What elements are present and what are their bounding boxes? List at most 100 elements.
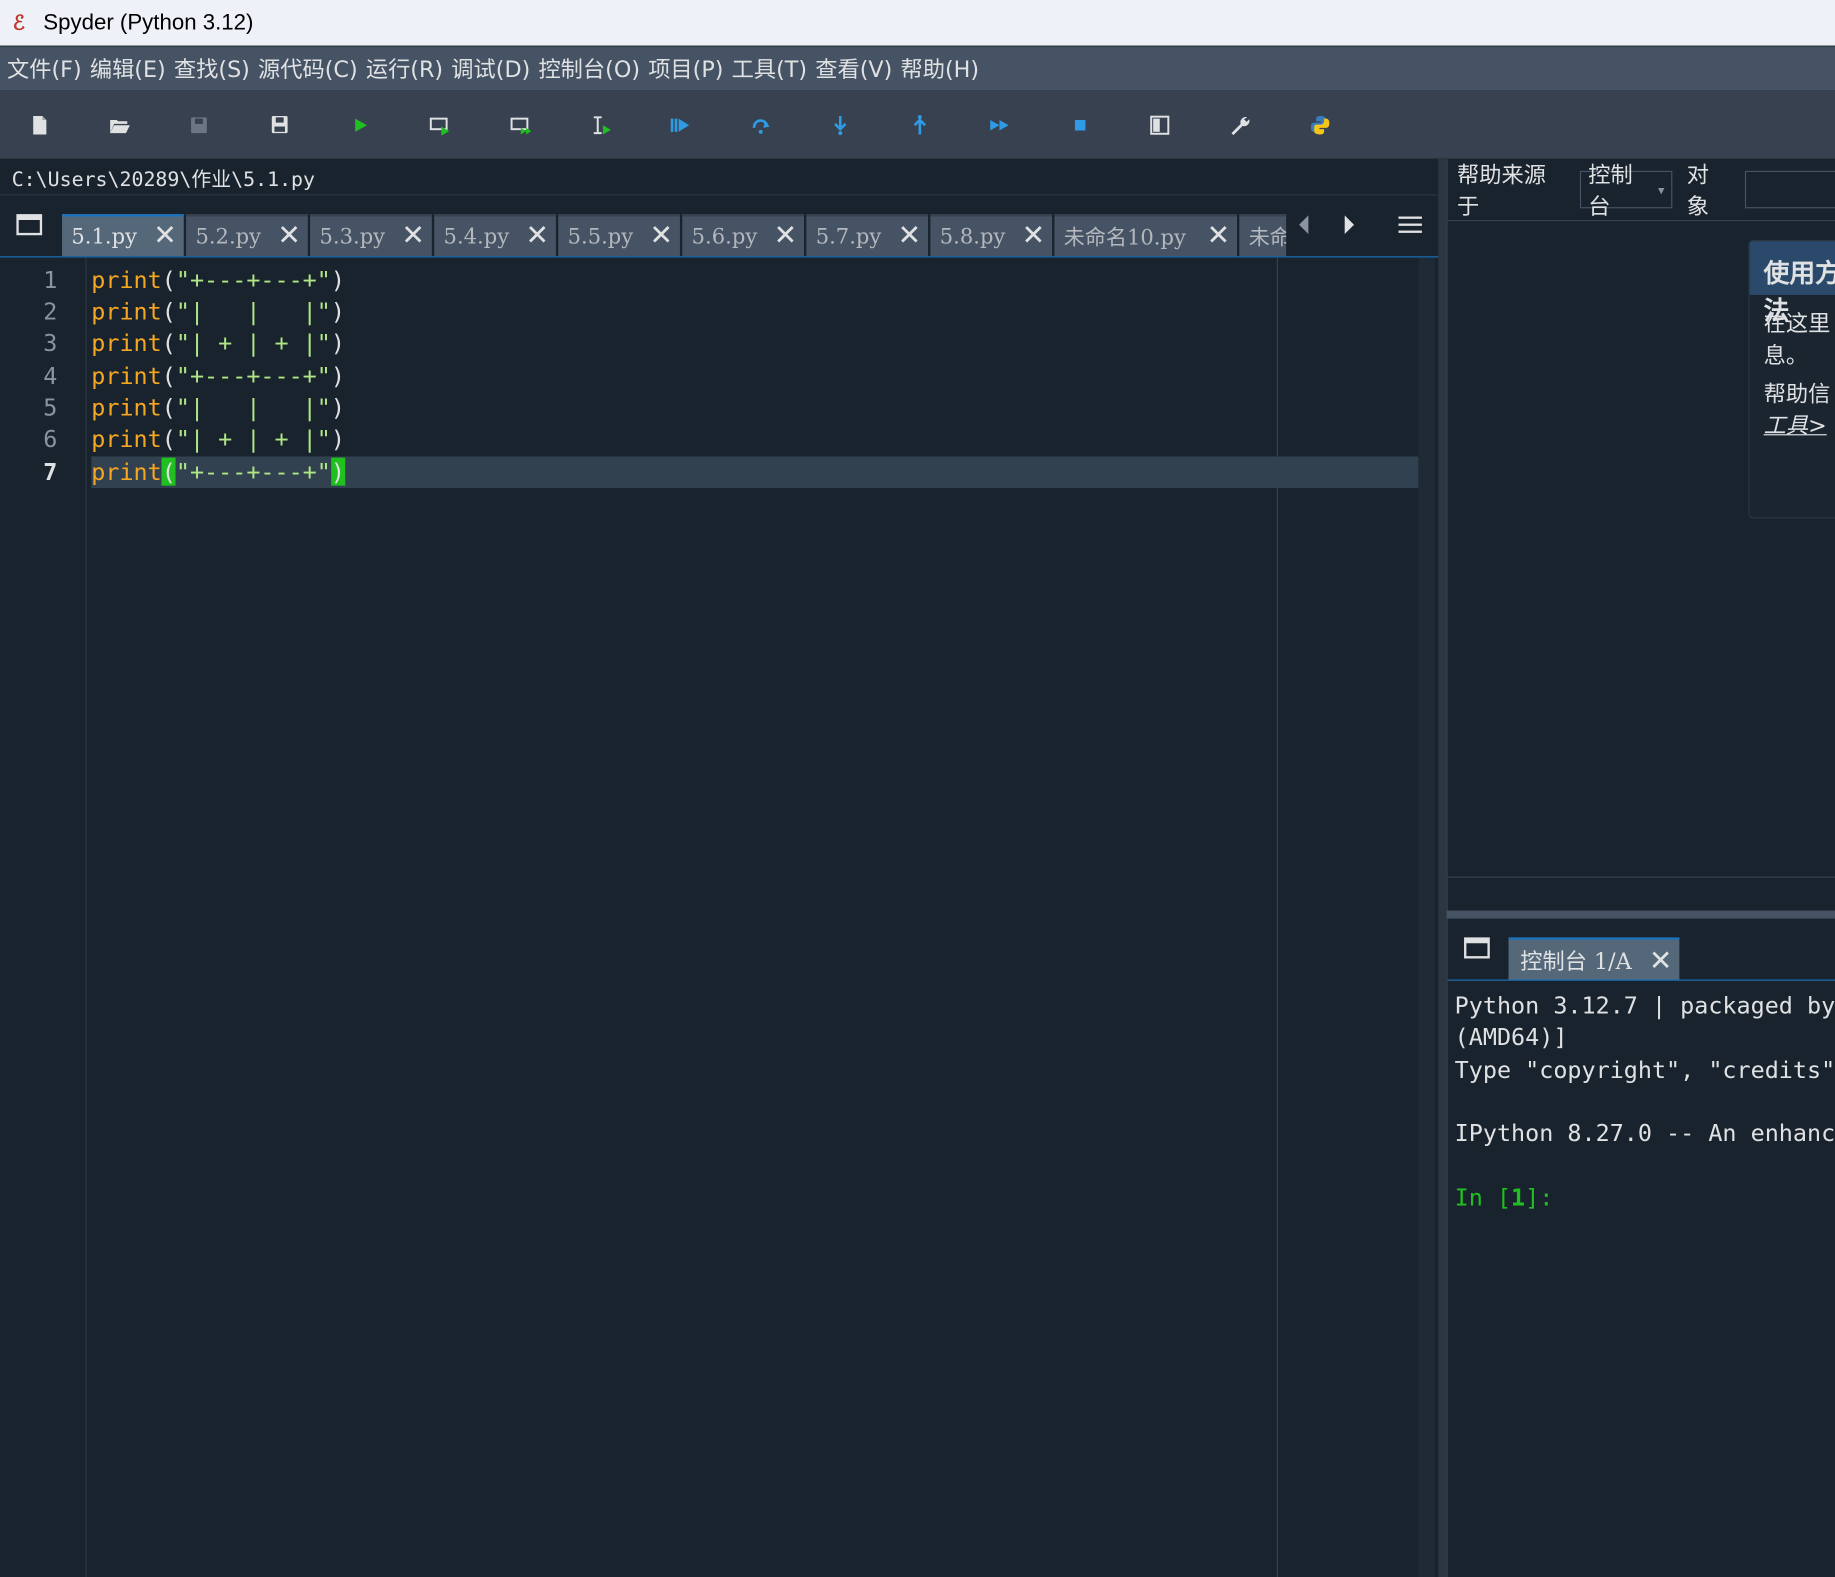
step-over-icon[interactable] bbox=[747, 111, 775, 139]
code-line[interactable]: print("| + | + |") bbox=[91, 328, 345, 360]
editor-tab-label: 5.5.py bbox=[567, 224, 634, 249]
code-line[interactable]: print("+---+---+") bbox=[91, 360, 345, 392]
console-output[interactable]: Python 3.12.7 | packaged by Anaconda, In… bbox=[1447, 979, 1835, 1577]
editor-tab-label: 5.6.py bbox=[691, 224, 758, 249]
help-source-dropdown[interactable]: 控制台 ▾ bbox=[1580, 163, 1673, 220]
close-icon[interactable]: ✕ bbox=[401, 221, 425, 249]
help-content: 使用方法 在这里 息。 帮助信 工具> bbox=[1447, 220, 1835, 878]
editor-tab[interactable]: 5.3.py ✕ bbox=[310, 214, 432, 257]
close-icon[interactable]: ✕ bbox=[153, 221, 177, 249]
close-icon[interactable]: ✕ bbox=[898, 221, 922, 249]
close-icon[interactable]: ✕ bbox=[1022, 221, 1046, 249]
menu-view[interactable]: 查看(V) bbox=[815, 53, 892, 85]
editor-tab[interactable]: 5.8.py ✕ bbox=[930, 214, 1053, 257]
debug-icon[interactable] bbox=[666, 111, 694, 139]
run-icon[interactable] bbox=[346, 111, 374, 139]
run-cell-icon[interactable] bbox=[426, 111, 454, 139]
python-path-icon[interactable] bbox=[1306, 111, 1334, 139]
paren: ) bbox=[330, 393, 345, 422]
vertical-splitter[interactable] bbox=[1438, 159, 1447, 1577]
scroll-tabs-left-icon[interactable] bbox=[1292, 209, 1315, 239]
matched-paren: ( bbox=[161, 457, 176, 486]
close-icon[interactable]: ✕ bbox=[650, 221, 674, 249]
code-line[interactable]: print("| | |") bbox=[91, 392, 345, 424]
new-file-icon[interactable] bbox=[26, 111, 54, 139]
usage-card-link[interactable]: 工具> bbox=[1750, 411, 1835, 443]
editor-tab[interactable]: 5.7.py ✕ bbox=[806, 214, 929, 257]
code-line-current[interactable]: print("+---+---+") bbox=[91, 456, 345, 488]
console-line: Python 3.12.7 | packaged by Anaconda, In… bbox=[1454, 991, 1835, 1020]
usage-card-title: 使用方法 bbox=[1749, 241, 1835, 327]
scroll-tabs-right-icon[interactable] bbox=[1338, 209, 1361, 239]
window-titlebar: ℰ Spyder (Python 3.12) bbox=[0, 0, 1835, 46]
browse-tabs-icon[interactable] bbox=[1464, 937, 1490, 959]
usage-card-text: 帮助信 bbox=[1763, 381, 1831, 408]
window-title: Spyder (Python 3.12) bbox=[43, 9, 254, 35]
matched-paren: ) bbox=[330, 457, 345, 486]
help-source-value: 控制台 bbox=[1588, 162, 1633, 221]
editor-tab[interactable]: 未命名10.py ✕ bbox=[1054, 214, 1238, 257]
main-toolbar bbox=[0, 90, 1835, 160]
menu-edit[interactable]: 编辑(E) bbox=[90, 53, 166, 85]
editor-tab[interactable]: 5.2.py ✕ bbox=[186, 214, 308, 257]
editor-tab-label: 未命名11.py bbox=[1248, 225, 1286, 251]
paren: ) bbox=[330, 265, 345, 294]
code-editor[interactable]: 1 2 3 4 5 6 7 print("+---+---+") print("… bbox=[0, 256, 1439, 1577]
editor-tab[interactable]: 5.4.py ✕ bbox=[434, 214, 556, 257]
chevron-down-icon: ▾ bbox=[1658, 181, 1665, 198]
editor-tab[interactable]: 未命名11.py bbox=[1239, 214, 1287, 257]
console-tab[interactable]: 控制台 1/A ✕ bbox=[1508, 937, 1680, 980]
console-line: (AMD64)] bbox=[1454, 1023, 1568, 1052]
close-icon[interactable]: ✕ bbox=[277, 221, 301, 249]
menu-file[interactable]: 文件(F) bbox=[7, 53, 82, 85]
menu-tools[interactable]: 工具(T) bbox=[732, 53, 807, 85]
preferences-icon[interactable] bbox=[1225, 111, 1253, 139]
horizontal-splitter[interactable] bbox=[1446, 910, 1835, 919]
console-prompt[interactable]: In [1]: bbox=[1455, 1182, 1835, 1214]
step-return-icon[interactable] bbox=[906, 111, 934, 139]
paren: ( bbox=[161, 328, 176, 357]
browse-tabs-icon[interactable] bbox=[16, 214, 43, 236]
line-number: 1 bbox=[43, 265, 58, 294]
keyword: print bbox=[91, 361, 162, 390]
line-number: 4 bbox=[43, 361, 58, 390]
continue-icon[interactable] bbox=[985, 111, 1013, 139]
tab-options-menu-icon[interactable] bbox=[1398, 216, 1422, 236]
code-line[interactable]: print("| + | + |") bbox=[91, 424, 345, 456]
menu-projects[interactable]: 项目(P) bbox=[648, 53, 723, 85]
code-line[interactable]: print("| | |") bbox=[91, 296, 345, 328]
open-file-icon[interactable] bbox=[105, 111, 133, 139]
paren: ) bbox=[330, 424, 345, 453]
maximize-pane-icon[interactable] bbox=[1146, 111, 1174, 139]
menubar: 文件(F) 编辑(E) 查找(S) 源代码(C) 运行(R) 调试(D) 控制台… bbox=[0, 45, 1835, 91]
save-all-icon[interactable] bbox=[266, 111, 294, 139]
menu-search[interactable]: 查找(S) bbox=[174, 53, 250, 85]
editor-tab[interactable]: 5.6.py ✕ bbox=[682, 214, 804, 257]
menu-debug[interactable]: 调试(D) bbox=[451, 53, 530, 85]
step-into-icon[interactable] bbox=[826, 111, 854, 139]
help-object-input[interactable] bbox=[1744, 170, 1835, 209]
save-file-icon[interactable] bbox=[185, 111, 213, 139]
menu-source[interactable]: 源代码(C) bbox=[258, 53, 358, 85]
usage-card-text: 在这里 息。 bbox=[1763, 311, 1831, 369]
menu-help[interactable]: 帮助(H) bbox=[900, 53, 979, 85]
close-icon[interactable]: ✕ bbox=[774, 221, 798, 249]
run-cell-advance-icon[interactable] bbox=[507, 111, 535, 139]
code-line[interactable]: print("+---+---+") bbox=[91, 264, 345, 296]
stop-icon[interactable] bbox=[1066, 111, 1094, 139]
editor-tab-label: 5.2.py bbox=[195, 224, 262, 249]
editor-tabbar: 5.1.py ✕ 5.2.py ✕ 5.3.py ✕ 5.4.py ✕ 5.5.py ✕ … bbox=[0, 195, 1439, 257]
close-icon[interactable]: ✕ bbox=[1649, 944, 1673, 977]
string-literal: "+---+---+" bbox=[175, 265, 331, 294]
menu-run[interactable]: 运行(R) bbox=[366, 53, 443, 85]
run-selection-icon[interactable] bbox=[586, 111, 614, 139]
keyword: print bbox=[91, 457, 162, 486]
menu-consoles[interactable]: 控制台(O) bbox=[538, 53, 640, 85]
editor-scrollbar[interactable] bbox=[1418, 257, 1435, 1577]
editor-tab[interactable]: 5.1.py ✕ bbox=[62, 214, 184, 257]
line-number-gutter: 1 2 3 4 5 6 7 bbox=[5, 257, 87, 1577]
editor-tab-label: 5.7.py bbox=[815, 224, 882, 249]
close-icon[interactable]: ✕ bbox=[525, 221, 549, 249]
close-icon[interactable]: ✕ bbox=[1207, 221, 1231, 249]
editor-tab[interactable]: 5.5.py ✕ bbox=[558, 214, 680, 257]
